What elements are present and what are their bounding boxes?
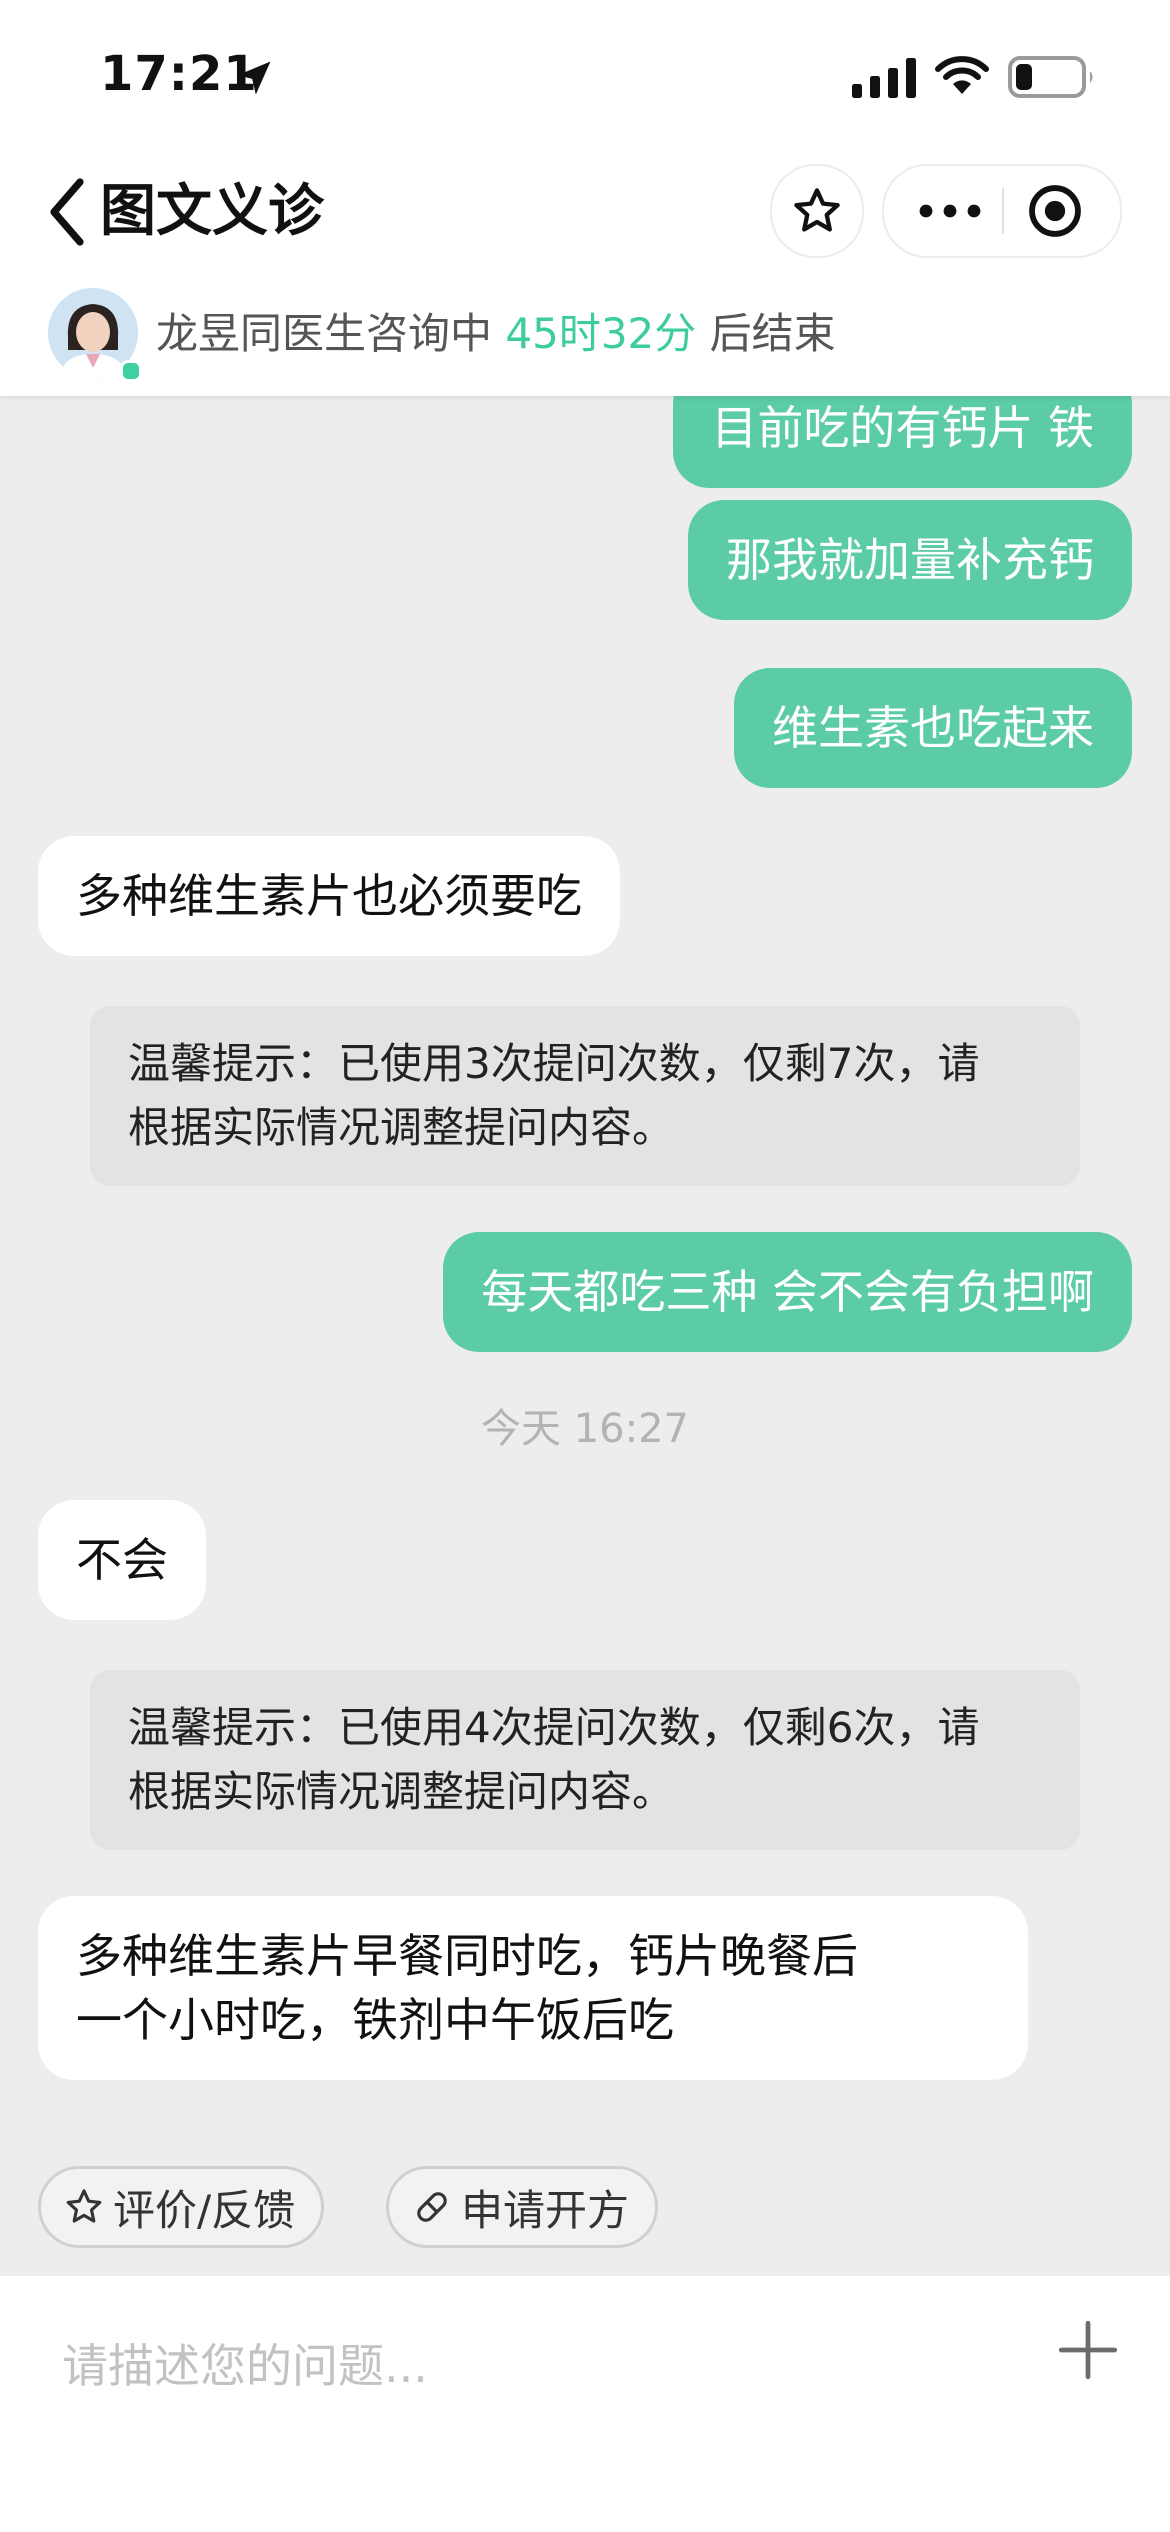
message-line: 多种维生素片早餐同时吃，钙片晚餐后 [76,1929,858,1983]
chat-area[interactable]: 目前吃的有钙片 铁 那我就加量补充钙 维生素也吃起来 多种维生素片也必须要吃 温… [0,396,1170,2276]
capsule-divider [1002,188,1004,234]
tip-line: 根据实际情况调整提问内容。 [128,1103,675,1152]
star-icon [794,188,840,232]
doctor-banner: 龙昱同医生咨询中 45时32分 后结束 [0,280,1170,396]
input-bar [0,2276,1170,2532]
prescription-button[interactable]: 申请开方 [386,2166,659,2248]
mini-program-capsule [882,164,1122,258]
end-suffix: 后结束 [709,309,836,358]
star-outline-icon [66,2189,102,2223]
tip-line: 根据实际情况调整提问内容。 [128,1767,675,1816]
message-incoming: 多种维生素片早餐同时吃，钙片晚餐后 一个小时吃，铁剂中午饭后吃 [38,1896,1028,2080]
favorite-button[interactable] [770,164,864,258]
more-icon[interactable] [918,194,982,228]
feedback-label: 评价/反馈 [113,2185,296,2235]
plus-icon[interactable] [1056,2318,1120,2382]
message-incoming: 不会 [38,1500,206,1620]
message-line: 一个小时吃，铁剂中午饭后吃 [76,1993,674,2047]
nav-bar: 图文义诊 [0,150,1170,280]
message-outgoing: 每天都吃三种 会不会有负担啊 [443,1232,1132,1352]
pill-icon [417,2192,447,2222]
tip-line: 温馨提示：已使用4次提问次数，仅剩6次，请 [128,1703,980,1752]
message-outgoing: 维生素也吃起来 [734,668,1132,788]
target-icon[interactable] [1026,182,1084,240]
wifi-icon [935,56,989,94]
back-icon[interactable] [44,176,92,248]
location-arrow-icon [237,61,271,95]
usage-tip: 温馨提示：已使用3次提问次数，仅剩7次，请 根据实际情况调整提问内容。 [90,1006,1080,1186]
doctor-status: 龙昱同医生咨询中 [156,309,493,358]
tip-line: 温馨提示：已使用3次提问次数，仅剩7次，请 [128,1039,980,1088]
message-timestamp: 今天 16:27 [481,1406,689,1452]
signal-icon [852,58,916,98]
message-incoming: 多种维生素片也必须要吃 [38,836,620,956]
message-input[interactable] [62,2326,962,2406]
remaining-time: 45时32分 [505,309,697,358]
battery-icon [1008,56,1093,98]
usage-tip: 温馨提示：已使用4次提问次数，仅剩6次，请 根据实际情况调整提问内容。 [90,1670,1080,1850]
message-outgoing: 那我就加量补充钙 [688,500,1132,620]
prescription-label: 申请开方 [461,2185,630,2235]
page-title: 图文义诊 [100,179,324,244]
online-status-dot [120,360,142,382]
consultation-status: 龙昱同医生咨询中 45时32分 后结束 [156,302,836,366]
message-outgoing: 目前吃的有钙片 铁 [673,396,1132,488]
feedback-button[interactable]: 评价/反馈 [38,2166,325,2248]
status-bar: 17:21 [0,0,1170,150]
